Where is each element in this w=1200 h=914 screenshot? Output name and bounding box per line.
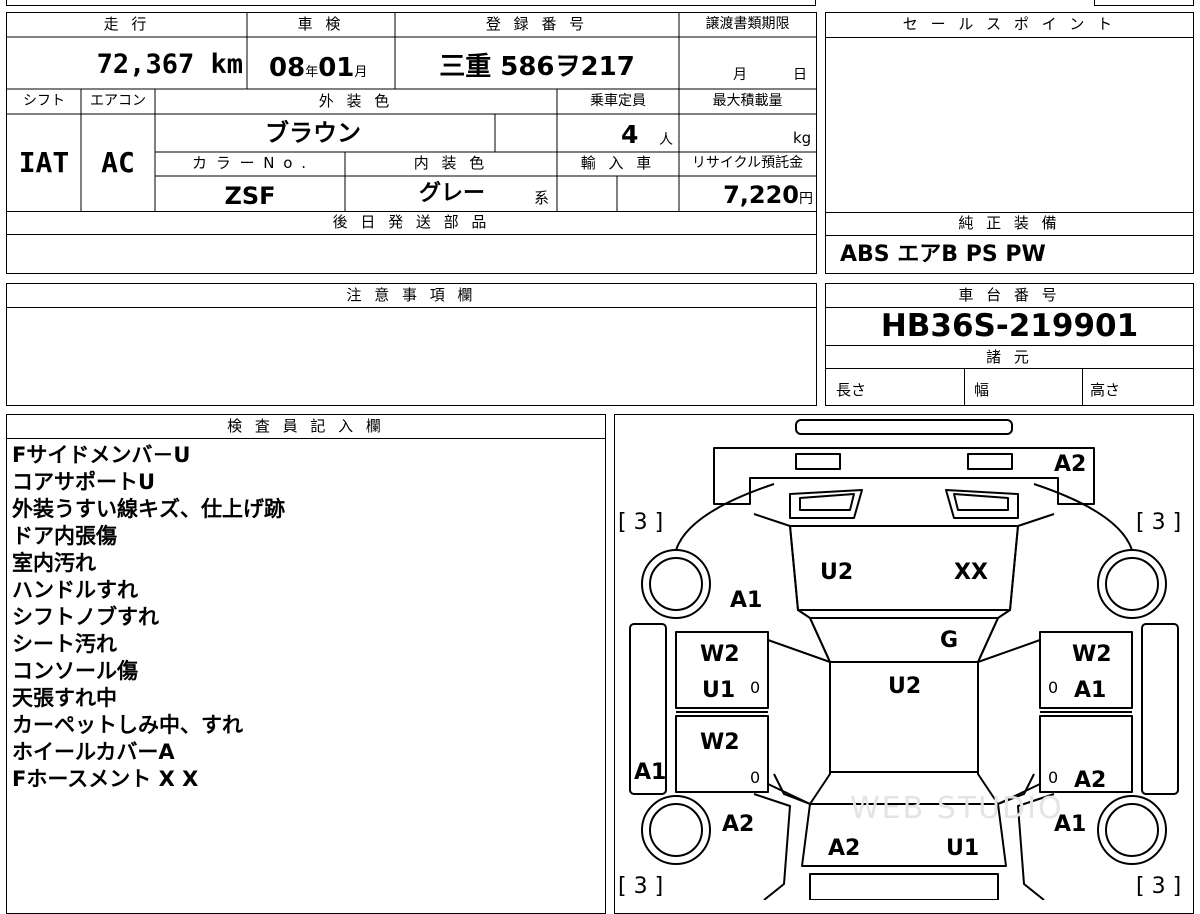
code-left-front-door-zero: 0 xyxy=(750,678,761,697)
later-parts-header: 後 日 発 送 部 品 xyxy=(332,213,491,231)
code-hood-right: XX xyxy=(954,560,988,585)
transfer-month-unit: 月 xyxy=(733,67,747,83)
genuine-equipment-value: ABS エアB PS PW xyxy=(840,242,1046,267)
later-parts-box: 後 日 発 送 部 品 xyxy=(6,211,817,274)
note-item: シフトノブすれ xyxy=(12,605,159,629)
top-cut-strip-right xyxy=(1094,0,1194,6)
chassis-box: 車 台 番 号 HB36S-219901 諸 元 長さ 幅 高さ xyxy=(825,283,1194,406)
tire-tread-front-right: [ 3 ] xyxy=(1136,510,1182,535)
inspector-notes: Fサイドメンバ－U コアサポートU 外装うすい線キズ、仕上げ跡 ドア内張傷 室内… xyxy=(12,442,592,793)
color-no-value: ZSF xyxy=(224,182,276,210)
code-windshield: G xyxy=(940,628,959,653)
tire-tread-front-left: [ 3 ] xyxy=(618,510,664,535)
shift-header: シフト xyxy=(23,93,65,109)
mileage-header: 走 行 xyxy=(103,15,151,33)
max-load-header: 最大積載量 xyxy=(712,93,783,109)
color-no-header: カ ラ ー N o . xyxy=(191,154,308,172)
dimension-length: 長さ xyxy=(836,381,867,399)
inspection-header: 車 検 xyxy=(297,15,345,33)
registration-header: 登 録 番 号 xyxy=(485,15,589,33)
note-item: 天張すれ中 xyxy=(12,686,117,710)
code-hood-left: U2 xyxy=(820,560,854,585)
code-left-rear-door-zero: 0 xyxy=(750,768,761,787)
note-item: コアサポートU xyxy=(12,470,156,494)
main-info-table: 走 行 車 検 登 録 番 号 譲渡書類期限 72,367 km 08年01月 … xyxy=(6,12,817,212)
capacity-value: 4 xyxy=(621,120,639,149)
code-right-front-door-zero: 0 xyxy=(1048,678,1059,697)
note-item: Fホースメント X X xyxy=(12,767,199,791)
code-left-rear-door: W2 xyxy=(700,730,740,755)
code-right-front-door-1: W2 xyxy=(1072,642,1112,667)
code-roof: U2 xyxy=(888,674,922,699)
max-load-unit: kg xyxy=(793,129,812,147)
top-cut-strip xyxy=(6,0,816,6)
interior-color-value: グレー xyxy=(419,181,486,206)
code-front-bumper: A2 xyxy=(1054,452,1087,477)
capacity-unit: 人 xyxy=(659,132,673,148)
code-left-sill: A1 xyxy=(634,760,667,785)
caution-header: 注 意 事 項 欄 xyxy=(346,286,477,304)
import-header: 輸 入 車 xyxy=(580,154,656,172)
recycle-value: 7,220円 xyxy=(723,181,813,209)
shift-value: IAT xyxy=(18,146,70,179)
note-item: Fサイドメンバ－U xyxy=(12,443,191,467)
code-right-front-door-2: A1 xyxy=(1074,678,1107,703)
note-item: シート汚れ xyxy=(12,632,117,656)
genuine-equipment-box: 純 正 装 備 ABS エアB PS PW xyxy=(825,212,1194,274)
sales-point-header: セ ー ル ス ポ イ ン ト xyxy=(902,15,1117,33)
transfer-day-unit: 日 xyxy=(793,67,807,83)
dimension-height: 高さ xyxy=(1090,381,1121,399)
caution-box: 注 意 事 項 欄 xyxy=(6,283,817,406)
code-rear-panel-right: U1 xyxy=(946,836,980,861)
interior-color-header: 内 装 色 xyxy=(413,154,489,172)
genuine-equipment-header: 純 正 装 備 xyxy=(958,214,1061,232)
code-right-rear-door-zero: 0 xyxy=(1048,768,1059,787)
capacity-header: 乗車定員 xyxy=(590,93,646,109)
note-item: ハンドルすれ xyxy=(12,578,138,602)
ac-value: AC xyxy=(101,146,135,179)
tire-tread-rear-right: [ 3 ] xyxy=(1136,874,1182,899)
sales-point-box: セ ー ル ス ポ イ ン ト xyxy=(825,12,1194,213)
note-item: 室内汚れ xyxy=(12,551,96,575)
code-front-left-fender: A1 xyxy=(730,588,763,613)
main-table-grid xyxy=(7,13,816,211)
inspector-header: 検 査 員 記 入 欄 xyxy=(227,417,385,435)
exterior-color-header: 外 装 色 xyxy=(318,92,394,110)
recycle-header: リサイクル預託金 xyxy=(691,155,804,171)
tire-tread-rear-left: [ 3 ] xyxy=(618,874,664,899)
note-item: 外装うすい線キズ、仕上げ跡 xyxy=(12,497,285,521)
note-item: コンソール傷 xyxy=(12,659,138,683)
note-item: カーペットしみ中、すれ xyxy=(12,713,243,737)
mileage-value: 72,367 km xyxy=(96,49,243,80)
transfer-deadline-header: 譲渡書類期限 xyxy=(705,16,790,32)
watermark-text: WEB STUDIO xyxy=(850,791,1064,826)
code-rear-panel-left: A2 xyxy=(828,836,861,861)
interior-color-suffix: 系 xyxy=(534,189,550,207)
code-left-front-door-1: W2 xyxy=(700,642,740,667)
dimensions-header: 諸 元 xyxy=(986,348,1033,366)
ac-header: エアコン xyxy=(90,93,146,109)
note-item: ホイールカバーA xyxy=(12,740,175,764)
chassis-number: HB36S-219901 xyxy=(880,308,1139,344)
dimension-width: 幅 xyxy=(974,381,990,399)
chassis-header: 車 台 番 号 xyxy=(958,286,1061,304)
note-item: ドア内張傷 xyxy=(12,524,117,548)
registration-number: 三重 586ヲ217 xyxy=(439,52,635,82)
exterior-color-value: ブラウン xyxy=(265,119,361,147)
inspection-date: 08年01月 xyxy=(269,53,368,83)
code-left-rear-fender: A2 xyxy=(722,812,755,837)
code-left-front-door-2: U1 xyxy=(702,678,736,703)
code-right-rear-door: A2 xyxy=(1074,768,1107,793)
car-diagram: [ 3 ] [ 3 ] [ 3 ] [ 3 ] A2 U2 XX A1 G U2… xyxy=(614,414,1194,900)
